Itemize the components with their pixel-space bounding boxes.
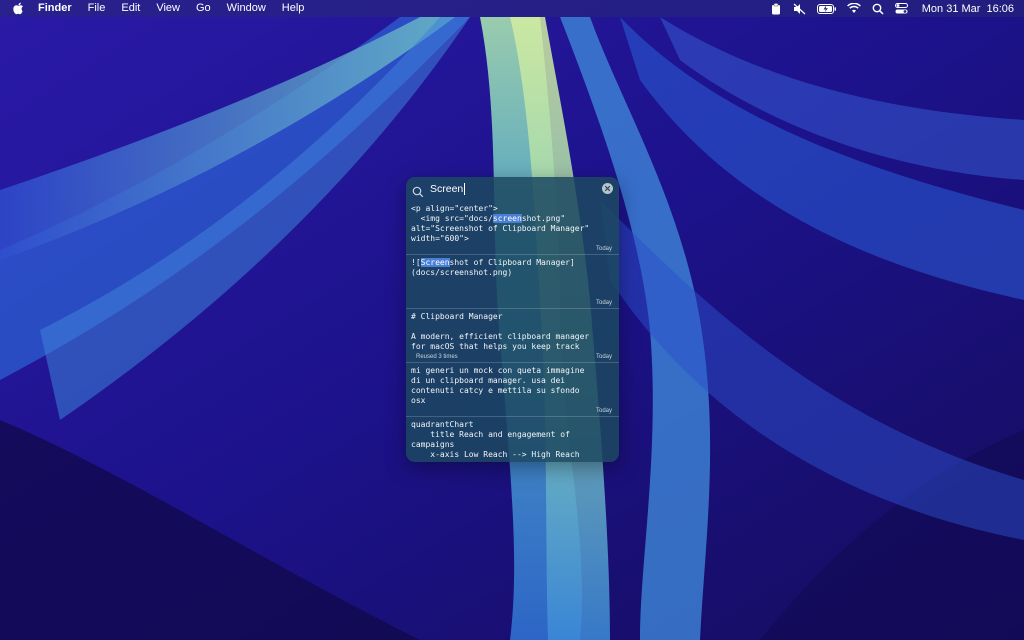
clear-icon[interactable]: [602, 183, 613, 194]
menu-bar: Finder File Edit View Go Window Help Mon…: [0, 0, 1024, 17]
control-center-icon[interactable]: [894, 0, 910, 17]
clock-date: Mon 31 Mar: [921, 2, 981, 15]
clipboard-item[interactable]: <p align="center"> <img src="docs/screen…: [406, 201, 619, 255]
clipboard-panel: Screen <p align="center"> <img src="docs…: [406, 177, 619, 462]
clipboard-item[interactable]: # Clipboard Manager A modern, efficient …: [406, 309, 619, 363]
mute-icon[interactable]: [792, 0, 808, 17]
clock-time: 16:06: [986, 2, 1014, 15]
apple-icon[interactable]: [12, 0, 24, 17]
search-query: Screen: [430, 183, 464, 195]
item-content: <p align="center"> <img src="docs/screen…: [411, 204, 590, 243]
match-highlight: Screen: [420, 258, 450, 267]
item-date: Today: [595, 354, 612, 360]
text-caret: [464, 183, 466, 195]
menu-edit[interactable]: Edit: [113, 0, 148, 17]
clipboard-item[interactable]: mi generi un mock con queta immagine di …: [406, 363, 619, 417]
menu-window[interactable]: Window: [219, 0, 274, 17]
item-date: Today: [595, 408, 612, 414]
menu-help[interactable]: Help: [274, 0, 313, 17]
clipboard-item[interactable]: ![Screenshot of Clipboard Manager] (docs…: [406, 255, 619, 309]
menu-view[interactable]: View: [148, 0, 188, 17]
item-date: Today: [595, 300, 612, 306]
clipboard-item[interactable]: quadrantChart title Reach and engagement…: [406, 417, 619, 462]
match-highlight: screen: [492, 214, 522, 223]
item-content: mi generi un mock con queta immagine di …: [411, 366, 585, 405]
item-content: # Clipboard Manager A modern, efficient …: [411, 312, 590, 351]
menu-file[interactable]: File: [80, 0, 114, 17]
search-input[interactable]: Screen: [430, 183, 466, 195]
search-bar[interactable]: Screen: [406, 177, 619, 201]
item-content: quadrantChart title Reach and engagement…: [411, 420, 580, 459]
item-reuse-count: Reused 3 times: [416, 354, 458, 360]
menu-clock[interactable]: Mon 31 Mar 16:06: [922, 3, 1014, 15]
battery-icon[interactable]: [816, 0, 838, 17]
search-icon: [412, 183, 424, 198]
search-icon[interactable]: [870, 0, 886, 17]
menu-app-name[interactable]: Finder: [30, 0, 80, 17]
clipboard-list: <p align="center"> <img src="docs/screen…: [406, 201, 619, 462]
item-content: ![Screenshot of Clipboard Manager] (docs…: [411, 258, 575, 277]
wifi-icon[interactable]: [846, 0, 862, 17]
clipboard-icon[interactable]: [768, 0, 784, 17]
item-date: Today: [595, 246, 612, 252]
menu-go[interactable]: Go: [188, 0, 219, 17]
